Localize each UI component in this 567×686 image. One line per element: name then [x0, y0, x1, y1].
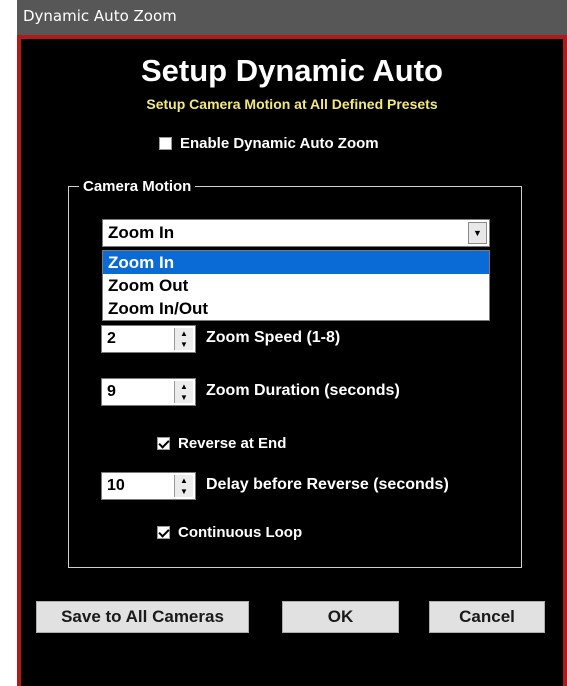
- up-down-arrows-icon[interactable]: ▲ ▼: [174, 381, 193, 403]
- ok-button[interactable]: OK: [282, 601, 399, 633]
- enable-dynamic-auto-zoom-checkbox[interactable]: [159, 137, 172, 150]
- dropdown-option-zoom-out[interactable]: Zoom Out: [103, 274, 489, 297]
- dialog-subheading: Setup Camera Motion at All Defined Prese…: [146, 96, 438, 112]
- continuous-loop-row[interactable]: Continuous Loop: [157, 524, 302, 541]
- reverse-at-end-checkbox[interactable]: [157, 437, 170, 450]
- zoom-duration-value: 9: [107, 383, 116, 400]
- dropdown-option-zoom-in-out[interactable]: Zoom In/Out: [103, 297, 489, 320]
- window-title: Dynamic Auto Zoom: [23, 7, 177, 25]
- delay-before-reverse-spinner[interactable]: 10 ▲ ▼: [101, 472, 196, 500]
- dialog-heading: Setup Dynamic Auto: [141, 53, 443, 88]
- zoom-speed-label: Zoom Speed (1-8): [206, 329, 341, 346]
- zoom-speed-value: 2: [107, 330, 116, 347]
- window-titlebar[interactable]: Dynamic Auto Zoom: [17, 0, 567, 35]
- zoom-duration-spinner[interactable]: 9 ▲ ▼: [101, 378, 196, 406]
- dropdown-option-zoom-in[interactable]: Zoom In: [103, 251, 489, 274]
- zoom-duration-label: Zoom Duration (seconds): [206, 382, 400, 399]
- cancel-button[interactable]: Cancel: [429, 601, 545, 633]
- chevron-down-icon[interactable]: ▼: [468, 222, 487, 244]
- delay-before-reverse-label: Delay before Reverse (seconds): [206, 476, 449, 493]
- enable-dynamic-auto-zoom-row[interactable]: Enable Dynamic Auto Zoom: [159, 135, 379, 152]
- camera-motion-group-label: Camera Motion: [79, 178, 196, 195]
- save-to-all-cameras-button[interactable]: Save to All Cameras: [36, 601, 249, 633]
- reverse-at-end-label: Reverse at End: [178, 435, 287, 452]
- setup-dialog: Setup Dynamic Auto Setup Camera Motion a…: [17, 35, 567, 686]
- delay-before-reverse-value: 10: [107, 477, 125, 494]
- up-down-arrows-icon[interactable]: ▲ ▼: [174, 475, 193, 497]
- zoom-speed-spinner[interactable]: 2 ▲ ▼: [101, 325, 196, 353]
- camera-motion-select[interactable]: Zoom In ▼: [102, 219, 490, 247]
- enable-dynamic-auto-zoom-label: Enable Dynamic Auto Zoom: [180, 135, 379, 152]
- continuous-loop-checkbox[interactable]: [157, 526, 170, 539]
- camera-motion-dropdown-list: Zoom In Zoom Out Zoom In/Out: [102, 250, 490, 321]
- up-down-arrows-icon[interactable]: ▲ ▼: [174, 328, 193, 350]
- continuous-loop-label: Continuous Loop: [178, 524, 303, 541]
- reverse-at-end-row[interactable]: Reverse at End: [157, 435, 286, 452]
- camera-motion-select-value: Zoom In: [108, 223, 175, 242]
